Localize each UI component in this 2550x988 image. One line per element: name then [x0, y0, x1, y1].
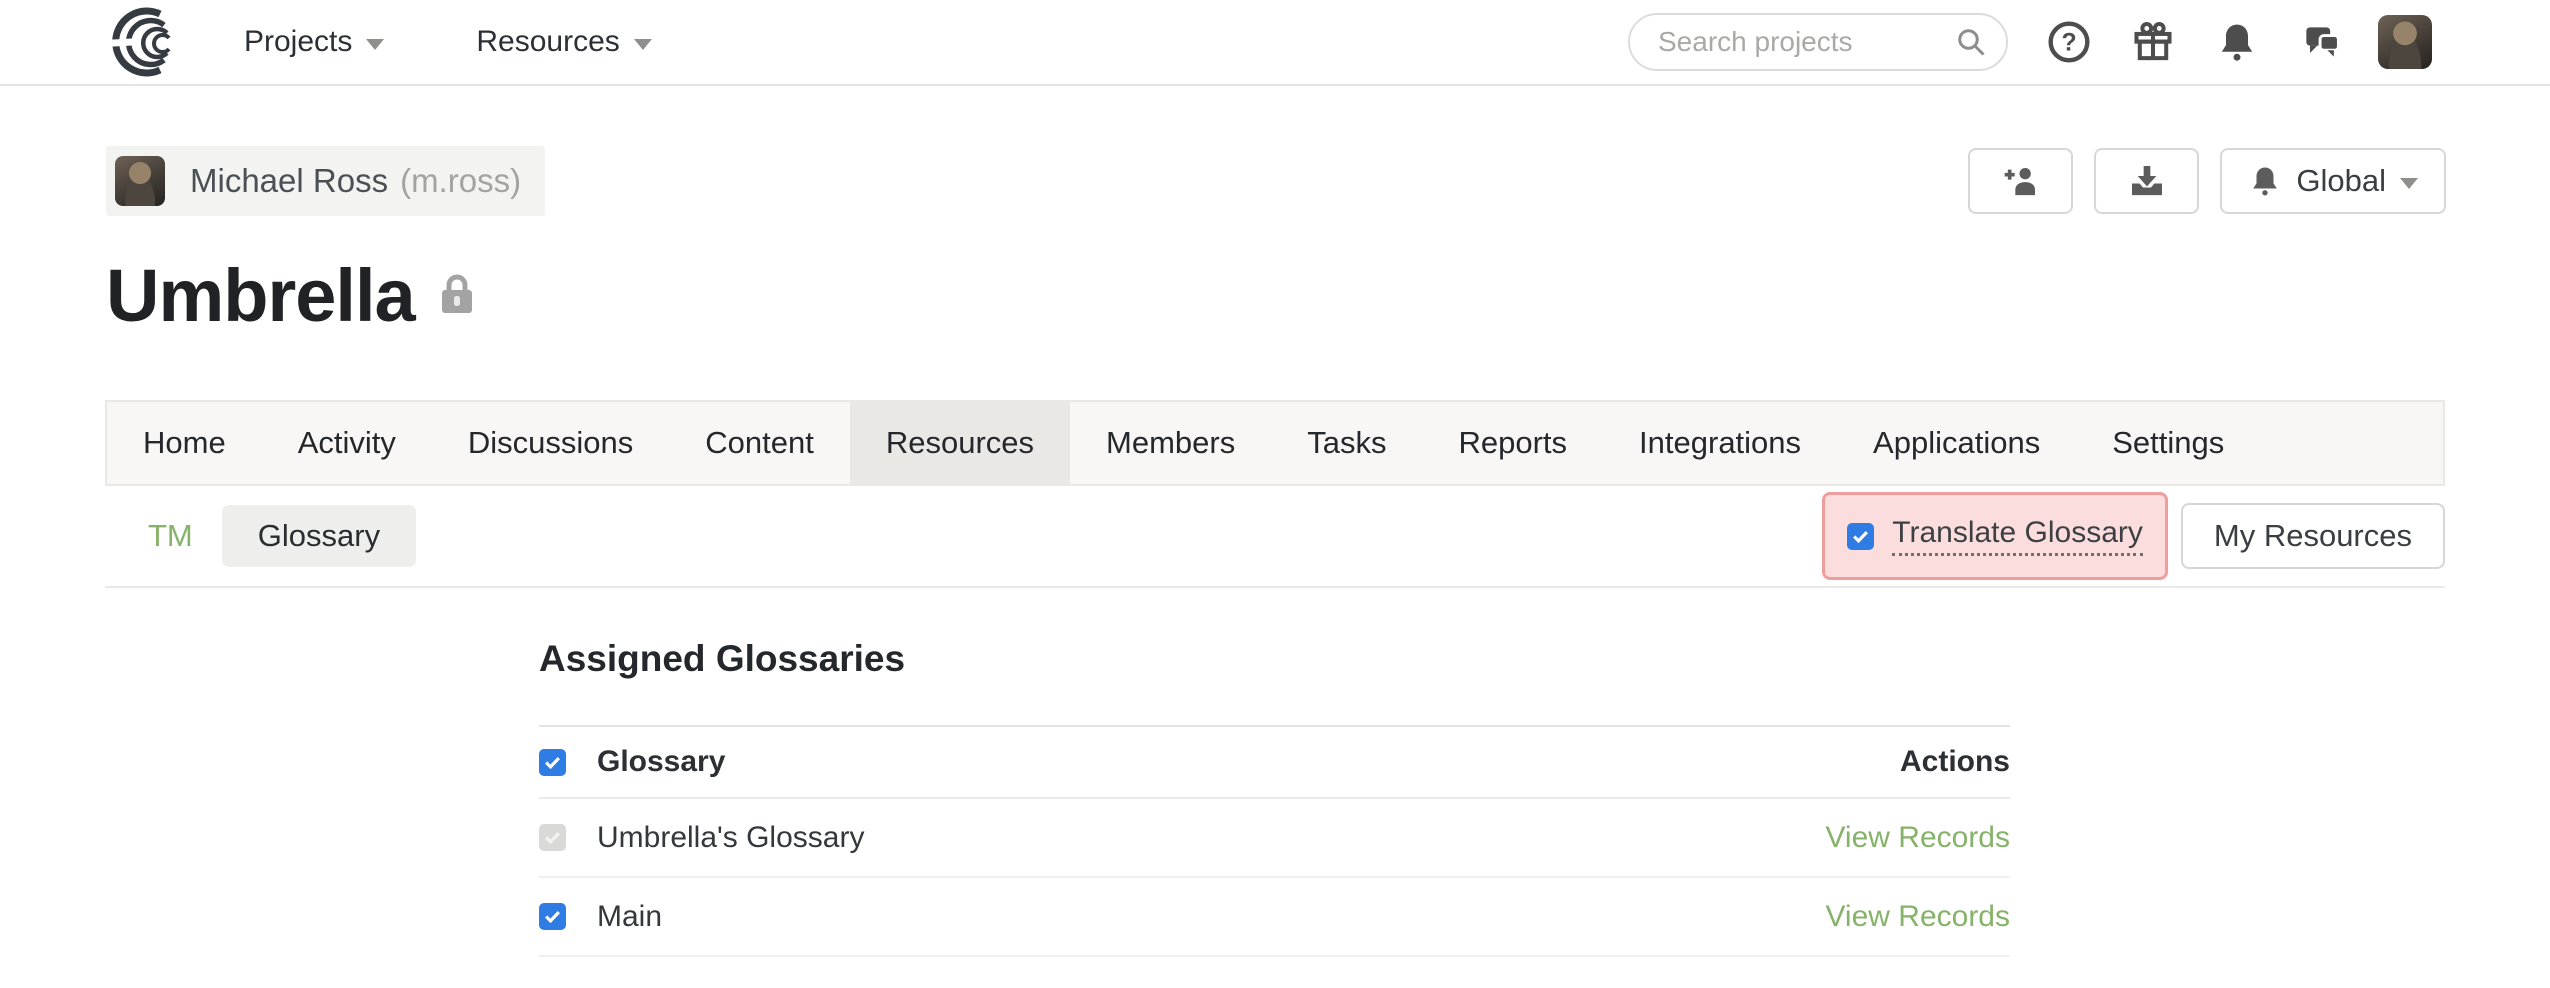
nav-projects-label: Projects	[244, 25, 352, 59]
download-tray-icon	[2127, 161, 2167, 201]
subtab-glossary[interactable]: Glossary	[222, 505, 416, 567]
invite-member-button[interactable]	[1968, 148, 2073, 214]
notifications-button[interactable]	[2214, 19, 2260, 65]
tab-home[interactable]: Home	[107, 402, 262, 484]
view-records-link[interactable]: View Records	[1825, 821, 2010, 855]
global-dropdown-label: Global	[2296, 163, 2386, 199]
glossary-name: Umbrella's Glossary	[597, 821, 864, 855]
resources-subnav: TM Glossary Translate Glossary My Resour…	[105, 486, 2445, 588]
project-tabs: Home Activity Discussions Content Resour…	[105, 400, 2445, 486]
nav-projects[interactable]: Projects	[244, 25, 384, 59]
owner-username: (m.ross)	[400, 162, 521, 200]
tab-reports[interactable]: Reports	[1423, 402, 1604, 484]
check-icon	[543, 753, 562, 772]
tab-resources[interactable]: Resources	[850, 402, 1070, 484]
messages-button[interactable]	[2298, 19, 2344, 65]
page-title-row: Umbrella	[106, 246, 477, 346]
svg-text:?: ?	[2061, 29, 2076, 56]
global-notifications-dropdown[interactable]: Global	[2220, 148, 2446, 214]
app-window: Projects Resources ?	[0, 0, 2550, 988]
bell-icon	[2248, 164, 2282, 198]
column-glossary: Glossary	[597, 745, 725, 779]
tab-settings[interactable]: Settings	[2076, 402, 2260, 484]
table-header-row: Glossary Actions	[539, 727, 2010, 799]
table-row: Main View Records	[539, 878, 2010, 957]
project-actions: Global	[1968, 148, 2446, 214]
page-title: Umbrella	[106, 246, 415, 346]
select-all-checkbox[interactable]	[539, 749, 566, 776]
chevron-down-icon	[366, 39, 384, 50]
add-user-icon	[2001, 161, 2041, 201]
translate-glossary-checkbox[interactable]	[1847, 523, 1874, 550]
help-button[interactable]: ?	[2046, 19, 2092, 65]
main-nav: Projects Resources	[244, 25, 652, 59]
subnav-right: Translate Glossary My Resources	[1822, 492, 2445, 580]
owner-avatar	[115, 156, 165, 206]
subtab-tm[interactable]: TM	[148, 518, 193, 554]
gifts-button[interactable]	[2130, 19, 2176, 65]
main-content: Assigned Glossaries Glossary Actions Umb…	[539, 588, 2010, 957]
my-resources-button[interactable]: My Resources	[2181, 503, 2445, 569]
top-navbar: Projects Resources ?	[0, 0, 2550, 86]
app-logo-icon[interactable]	[106, 7, 186, 77]
row-checkbox-disabled	[539, 824, 566, 851]
nav-resources-label: Resources	[476, 25, 619, 59]
tab-members[interactable]: Members	[1070, 402, 1271, 484]
tab-tasks[interactable]: Tasks	[1271, 402, 1422, 484]
help-icon: ?	[2047, 20, 2091, 64]
check-icon	[543, 907, 562, 926]
check-icon	[1851, 527, 1870, 546]
profile-avatar[interactable]	[2378, 15, 2432, 69]
chevron-down-icon	[634, 39, 652, 50]
tab-discussions[interactable]: Discussions	[432, 402, 669, 484]
check-icon	[543, 828, 562, 847]
lock-icon	[437, 272, 477, 316]
chat-icon	[2299, 20, 2343, 64]
download-button[interactable]	[2094, 148, 2199, 214]
column-actions: Actions	[1900, 745, 2010, 779]
tab-content[interactable]: Content	[669, 402, 850, 484]
nav-resources[interactable]: Resources	[476, 25, 651, 59]
search-projects-input[interactable]	[1628, 13, 2008, 71]
search-box	[1628, 13, 2008, 71]
table-row: Umbrella's Glossary View Records	[539, 799, 2010, 878]
section-heading: Assigned Glossaries	[539, 638, 2010, 680]
project-owner-chip[interactable]: Michael Ross (m.ross)	[106, 146, 545, 216]
tab-integrations[interactable]: Integrations	[1603, 402, 1837, 484]
search-icon[interactable]	[1956, 27, 1986, 57]
tab-applications[interactable]: Applications	[1837, 402, 2076, 484]
chevron-down-icon	[2400, 178, 2418, 189]
bell-icon	[2215, 20, 2259, 64]
translate-glossary-highlight: Translate Glossary	[1822, 492, 2168, 580]
view-records-link[interactable]: View Records	[1825, 900, 2010, 934]
gift-icon	[2131, 20, 2175, 64]
glossaries-table: Glossary Actions Umbrella's Glossary Vie…	[539, 725, 2010, 957]
project-header-row: Michael Ross (m.ross)	[106, 146, 2446, 216]
row-checkbox[interactable]	[539, 903, 566, 930]
topbar-right-cluster: ?	[1628, 13, 2432, 71]
translate-glossary-label[interactable]: Translate Glossary	[1892, 516, 2143, 556]
tab-activity[interactable]: Activity	[262, 402, 432, 484]
owner-name: Michael Ross	[190, 162, 388, 200]
glossary-name: Main	[597, 900, 662, 934]
